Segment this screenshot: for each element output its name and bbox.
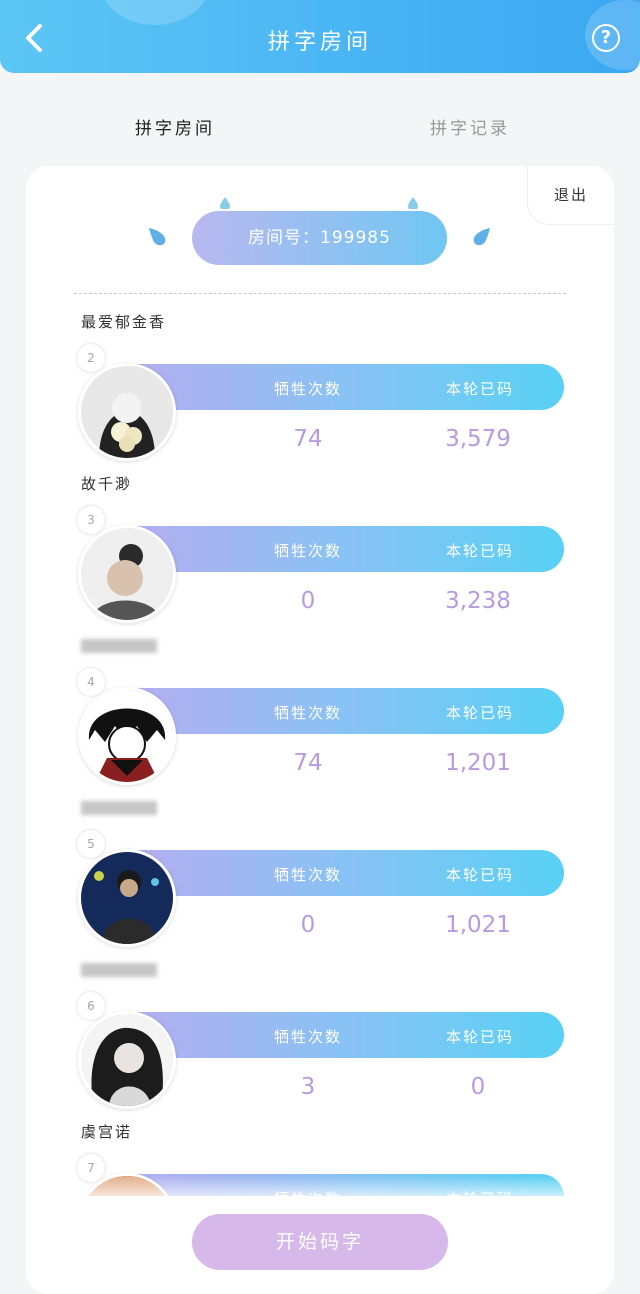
avatar[interactable] xyxy=(78,1011,176,1109)
stat-label-sacrifice: 牺牲次数 xyxy=(274,542,343,560)
help-icon[interactable]: ? xyxy=(592,24,620,52)
rank-badge: 6 xyxy=(77,992,105,1020)
player-name: 故千渺 xyxy=(81,475,133,493)
player-name xyxy=(81,797,157,819)
sacrifice-count: 3 xyxy=(300,1074,316,1100)
rank-badge: 4 xyxy=(77,668,105,696)
word-count: 1,021 xyxy=(445,912,511,938)
droplet-icon xyxy=(220,197,230,209)
app-header: 拼字房间 ? xyxy=(0,0,640,73)
room-number-badge: 房间号：199985 xyxy=(192,211,447,265)
rank-badge: 5 xyxy=(77,830,105,858)
stats-bar: 牺牲次数 本轮已码 xyxy=(128,688,564,734)
page-title: 拼字房间 xyxy=(267,30,372,55)
avatar[interactable] xyxy=(78,849,176,947)
rank-badge: 3 xyxy=(77,506,105,534)
stat-label-sacrifice: 牺牲次数 xyxy=(274,380,343,398)
player-name xyxy=(81,959,157,981)
tab-spelling-records[interactable]: 拼字记录 xyxy=(430,114,510,139)
list-item: 故千渺 牺牲次数 本轮已码 0 3,238 3 xyxy=(26,468,614,630)
word-count: 1,201 xyxy=(445,750,511,776)
list-item: 最爱郁金香 牺牲次数 本轮已码 74 3,579 2 xyxy=(26,306,614,468)
stat-label-sacrifice: 牺牲次数 xyxy=(274,866,343,884)
word-count: 0 xyxy=(470,1074,486,1100)
sacrifice-count: 0 xyxy=(300,588,316,614)
droplet-icon xyxy=(408,197,418,209)
list-item: 牺牲次数 本轮已码 0 1,021 5 xyxy=(26,792,614,954)
player-name: 最爱郁金香 xyxy=(81,313,167,331)
droplet-icon xyxy=(473,228,490,246)
word-count: 3,579 xyxy=(445,426,511,452)
avatar[interactable] xyxy=(78,525,176,623)
player-name: 虞宫诺 xyxy=(81,1123,133,1141)
list-item: 牺牲次数 本轮已码 3 0 6 xyxy=(26,954,614,1116)
player-list[interactable]: 最爱郁金香 牺牲次数 本轮已码 74 3,579 2 故千渺 牺牲次数 本轮已码… xyxy=(26,306,614,1196)
stats-bar: 牺牲次数 本轮已码 xyxy=(128,526,564,572)
stats-bar: 牺牲次数 本轮已码 xyxy=(128,850,564,896)
tab-spelling-room[interactable]: 拼字房间 xyxy=(135,114,215,139)
stats-bar: 牺牲次数 本轮已码 xyxy=(128,364,564,410)
stat-label-words: 本轮已码 xyxy=(446,704,515,722)
sacrifice-count: 0 xyxy=(300,912,316,938)
sacrifice-count: 74 xyxy=(293,426,323,452)
player-name xyxy=(81,635,157,657)
avatar[interactable] xyxy=(78,363,176,461)
word-count: 3,238 xyxy=(445,588,511,614)
rank-badge: 7 xyxy=(77,1154,105,1182)
sacrifice-count: 74 xyxy=(293,750,323,776)
stat-label-words: 本轮已码 xyxy=(446,380,515,398)
stats-bar: 牺牲次数 本轮已码 xyxy=(128,1012,564,1058)
rank-badge: 2 xyxy=(77,344,105,372)
exit-button[interactable]: 退出 xyxy=(527,166,614,225)
stat-label-words: 本轮已码 xyxy=(446,866,515,884)
start-typing-button[interactable]: 开始码字 xyxy=(192,1214,448,1270)
list-item: 牺牲次数 本轮已码 74 1,201 4 xyxy=(26,630,614,792)
stat-label-words: 本轮已码 xyxy=(446,542,515,560)
stat-label-sacrifice: 牺牲次数 xyxy=(274,1028,343,1046)
stat-label-sacrifice: 牺牲次数 xyxy=(274,704,343,722)
room-card: 退出 房间号：199985 最爱郁金香 牺牲次数 本轮已码 74 3,579 2… xyxy=(26,166,614,1294)
stat-label-words: 本轮已码 xyxy=(446,1028,515,1046)
avatar[interactable] xyxy=(78,687,176,785)
divider xyxy=(74,293,566,294)
droplet-icon xyxy=(149,228,166,246)
